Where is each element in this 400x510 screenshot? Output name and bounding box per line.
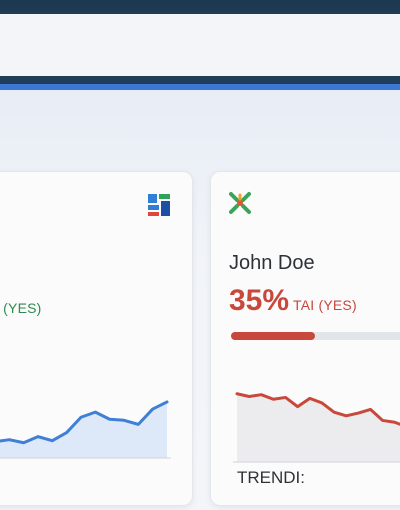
percent-row: 35% TAI (YES) xyxy=(229,284,357,318)
trend-chart xyxy=(233,392,400,463)
percent-row: I (YES) xyxy=(0,300,42,316)
hero-search-panel[interactable] xyxy=(0,14,400,76)
tai-label: TAI (YES) xyxy=(293,297,357,313)
tai-label: I (YES) xyxy=(0,300,42,316)
candidate-name: John Doe xyxy=(229,252,315,274)
trend-label: TRENDI: xyxy=(237,468,305,487)
blue-blocks-logo-icon xyxy=(148,194,170,216)
green-red-x-logo-icon xyxy=(229,192,251,214)
percent-value: 35% xyxy=(229,284,290,317)
hero-banner xyxy=(0,0,400,88)
chart-area xyxy=(0,401,167,458)
trend-chart xyxy=(0,400,171,459)
approval-progress-fill xyxy=(231,332,315,340)
candidate-card[interactable]: John Doe 35% TAI (YES) TRENDI: xyxy=(210,171,400,506)
chart-area xyxy=(237,393,400,462)
candidate-card[interactable]: ith I (YES) xyxy=(0,171,193,506)
approval-progress-bar xyxy=(231,332,400,340)
